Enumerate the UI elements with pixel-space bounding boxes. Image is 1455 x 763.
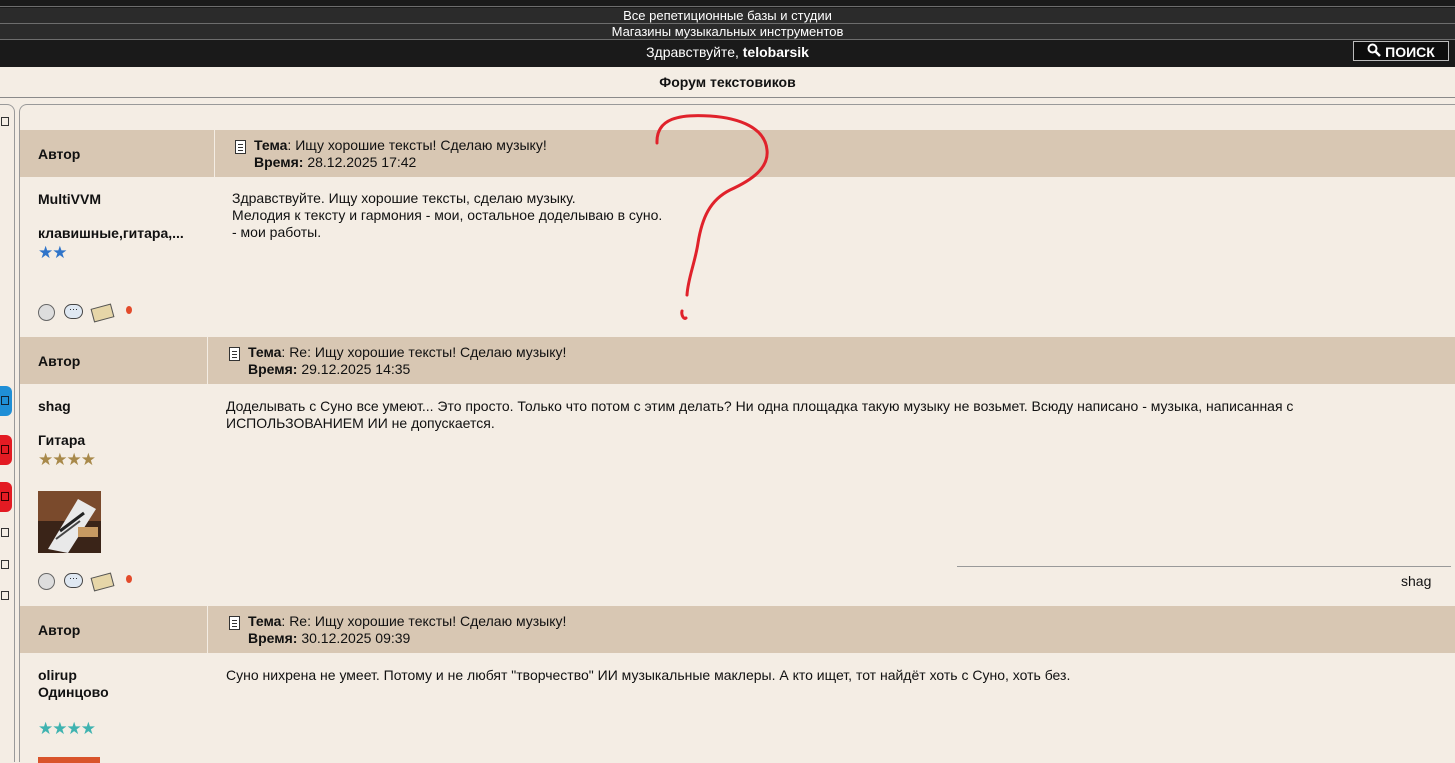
- author-avatar[interactable]: [38, 491, 101, 553]
- time-label: Время:: [254, 154, 304, 170]
- post-author-name[interactable]: MultiVVM: [38, 191, 101, 207]
- post-time: 30.12.2025 09:39: [301, 630, 411, 646]
- sidebar-tab-blue[interactable]: [0, 386, 12, 416]
- topic-document-icon: [229, 616, 240, 630]
- username-link[interactable]: telobarsik: [743, 44, 809, 60]
- report-pin-icon[interactable]: [126, 306, 132, 314]
- nav-link-instrument-shops[interactable]: Магазины музыкальных инструментов: [0, 24, 1455, 39]
- divider: [207, 606, 208, 653]
- profile-card-icon[interactable]: [90, 572, 115, 592]
- sidebar-marker-icon: [1, 396, 9, 405]
- post-text-line: Доделывать с Суно все умеют... Это прост…: [226, 398, 1294, 414]
- question-mark-annotation: [655, 114, 769, 320]
- sidebar-marker-icon: [1, 492, 9, 501]
- topic-document-icon: [229, 347, 240, 361]
- post-author-name[interactable]: olirup: [38, 667, 77, 683]
- post-author-location: Одинцово: [38, 684, 109, 700]
- post-text-line: - мои работы.: [232, 224, 322, 240]
- time-label: Время:: [248, 361, 298, 377]
- post-header: Автор Тема: Re: Ищу хорошие тексты! Сдел…: [20, 337, 1455, 384]
- post-message: Доделывать с Суно все умеют... Это прост…: [226, 398, 1426, 432]
- sidebar-marker-icon[interactable]: [1, 117, 9, 126]
- divider: [0, 6, 1455, 7]
- topic-label: Тема: [248, 344, 282, 360]
- greeting-text: Здравствуйте,: [646, 44, 743, 60]
- post-text-line: ИСПОЛЬЗОВАНИЕМ ИИ не допускается.: [226, 415, 495, 431]
- search-button[interactable]: ПОИСК: [1353, 41, 1449, 61]
- greeting: Здравствуйте, telobarsik: [0, 42, 1455, 62]
- divider: [0, 39, 1455, 40]
- post-message: Суно нихрена не умеет. Потому и не любят…: [226, 667, 1070, 684]
- time-line: Время: 29.12.2025 14:35: [248, 361, 410, 378]
- search-label: ПОИСК: [1385, 44, 1435, 60]
- topic-line: Тема: Ищу хорошие тексты! Сделаю музыку!: [254, 137, 547, 154]
- sidebar-tab-red[interactable]: [0, 435, 12, 465]
- profile-card-icon[interactable]: [90, 303, 115, 323]
- topic-title: : Re: Ищу хорошие тексты! Сделаю музыку!: [281, 344, 567, 360]
- sidebar-marker-icon[interactable]: [1, 528, 9, 537]
- sidebar-marker-icon[interactable]: [1, 591, 9, 600]
- divider: [207, 337, 208, 384]
- time-label: Время:: [248, 630, 298, 646]
- post-message: Здравствуйте. Ищу хорошие тексты, сделаю…: [232, 190, 662, 241]
- author-rank-stars: ★★★★: [38, 450, 96, 469]
- author-column-label: Автор: [38, 622, 81, 638]
- topic-line: Тема: Re: Ищу хорошие тексты! Сделаю муз…: [248, 613, 566, 630]
- forum-title: Форум текстовиков: [0, 67, 1455, 98]
- post-author-name[interactable]: shag: [38, 398, 71, 414]
- offline-status-icon: [38, 304, 55, 321]
- topic-label: Тема: [248, 613, 282, 629]
- post-text-line: Суно нихрена не умеет. Потому и не любят…: [226, 667, 1071, 683]
- post-author-role: клавишные,гитара,...: [38, 225, 184, 241]
- top-navigation-bar: Все репетиционные базы и студии Магазины…: [0, 0, 1455, 67]
- search-icon: [1367, 42, 1382, 62]
- topic-title: : Ищу хорошие тексты! Сделаю музыку!: [287, 137, 547, 153]
- post-time: 28.12.2025 17:42: [307, 154, 417, 170]
- sidebar-marker-icon: [1, 445, 9, 454]
- report-pin-icon[interactable]: [126, 575, 132, 583]
- author-avatar[interactable]: [38, 757, 100, 763]
- post-text-line: Мелодия к тексту и гармония - мои, остал…: [232, 207, 663, 223]
- post-text-line: Здравствуйте. Ищу хорошие тексты, сделаю…: [232, 190, 576, 206]
- topic-document-icon: [235, 140, 246, 154]
- author-rank-stars: ★★★★: [38, 719, 96, 738]
- private-message-icon[interactable]: ···: [64, 304, 83, 319]
- topic-line: Тема: Re: Ищу хорошие тексты! Сделаю муз…: [248, 344, 566, 361]
- offline-status-icon: [38, 573, 55, 590]
- signature-divider: [957, 566, 1451, 567]
- post-header: Автор Тема: Re: Ищу хорошие тексты! Сдел…: [20, 606, 1455, 653]
- left-sidebar: [0, 104, 15, 762]
- nav-link-rehearsal-bases[interactable]: Все репетиционные базы и студии: [0, 8, 1455, 23]
- sidebar-marker-icon[interactable]: [1, 560, 9, 569]
- post-signature: shag: [1401, 573, 1432, 589]
- author-rank-stars: ★★: [38, 243, 68, 262]
- divider: [214, 130, 215, 177]
- topic-label: Тема: [254, 137, 288, 153]
- sidebar-tab-red[interactable]: [0, 482, 12, 512]
- post-author-role: Гитара: [38, 432, 86, 448]
- post-time: 29.12.2025 14:35: [301, 361, 411, 377]
- topic-title: : Re: Ищу хорошие тексты! Сделаю музыку!: [281, 613, 567, 629]
- author-column-label: Автор: [38, 353, 81, 369]
- time-line: Время: 30.12.2025 09:39: [248, 630, 410, 647]
- time-line: Время: 28.12.2025 17:42: [254, 154, 416, 171]
- author-column-label: Автор: [38, 146, 81, 162]
- private-message-icon[interactable]: ···: [64, 573, 83, 588]
